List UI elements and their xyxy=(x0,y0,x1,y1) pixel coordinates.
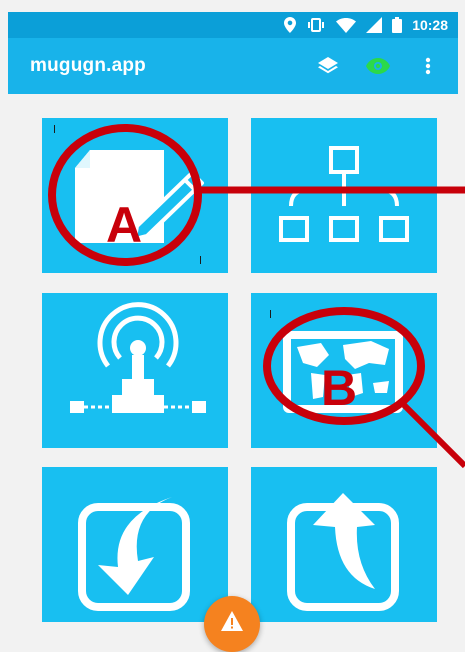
eye-icon[interactable] xyxy=(366,54,390,78)
tick-mark xyxy=(270,310,271,318)
warning-icon xyxy=(221,611,243,631)
app-bar: mugugn.app xyxy=(8,38,458,94)
location-icon xyxy=(284,17,297,33)
upload-arrow-icon xyxy=(287,493,399,611)
app-bar-actions xyxy=(316,54,440,78)
annotation-label-b: B xyxy=(321,360,358,416)
tick-mark xyxy=(54,125,55,133)
vibrate-icon xyxy=(306,18,326,32)
annotation-label-a: A xyxy=(106,197,143,253)
antenna-icon xyxy=(70,302,206,413)
wifi-icon xyxy=(336,17,357,33)
warning-fab-button[interactable] xyxy=(204,596,260,652)
tick-mark xyxy=(200,256,201,264)
status-bar: 10:28 xyxy=(8,12,458,38)
app-title: mugugn.app xyxy=(30,55,146,76)
battery-icon xyxy=(392,17,403,33)
download-arrow-icon xyxy=(78,497,190,611)
tile-import[interactable] xyxy=(42,467,228,622)
status-time: 10:28 xyxy=(412,17,448,33)
layers-icon[interactable] xyxy=(316,54,340,78)
more-vert-icon[interactable] xyxy=(416,54,440,78)
tile-broadcast[interactable] xyxy=(42,293,228,448)
signal-icon xyxy=(366,17,383,33)
tile-export[interactable] xyxy=(251,467,437,622)
network-tree-icon xyxy=(279,146,409,242)
tile-network-diagram[interactable] xyxy=(251,118,437,273)
